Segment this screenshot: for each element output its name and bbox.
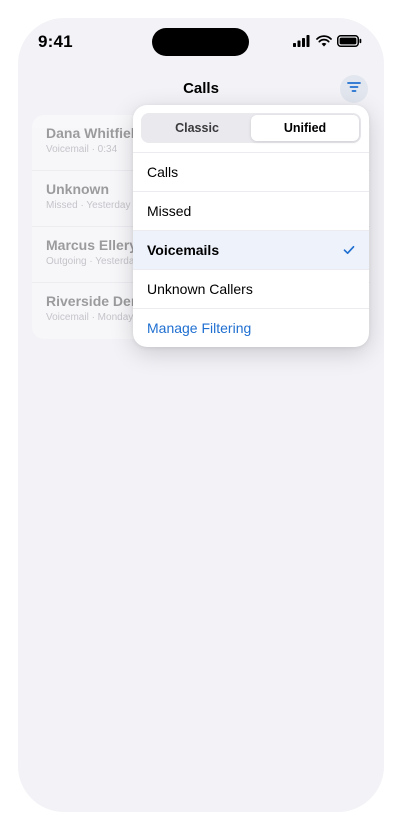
dynamic-island	[152, 28, 249, 56]
menu-item-calls[interactable]: Calls	[133, 152, 369, 191]
segment-unified[interactable]: Unified	[251, 115, 359, 141]
battery-icon	[337, 34, 362, 52]
menu-item-label: Voicemails	[147, 242, 220, 258]
filter-menu: Classic Unified Calls Missed Voicemails …	[133, 105, 369, 347]
segment-classic[interactable]: Classic	[143, 115, 251, 141]
menu-item-label: Calls	[147, 164, 179, 180]
signal-icon	[293, 34, 311, 52]
filter-button[interactable]	[340, 75, 368, 103]
menu-item-voicemails[interactable]: Voicemails	[133, 230, 369, 269]
page-title: Calls	[183, 80, 219, 97]
wifi-icon	[316, 34, 332, 52]
menu-item-unknown-callers[interactable]: Unknown Callers	[133, 269, 369, 308]
manage-filtering-label: Manage Filtering	[147, 320, 252, 336]
view-mode-segmented-control: Classic Unified	[141, 113, 361, 143]
manage-filtering-link[interactable]: Manage Filtering	[133, 308, 369, 347]
menu-item-missed[interactable]: Missed	[133, 191, 369, 230]
status-time: 9:41	[38, 32, 73, 51]
checkmark-icon	[343, 245, 355, 255]
phone-screen: 9:41 Calls Dana Whitfield Voicemail · 0:…	[18, 18, 384, 812]
filter-icon	[347, 80, 361, 98]
menu-item-label: Missed	[147, 203, 192, 219]
status-icons	[293, 34, 362, 52]
menu-item-label: Unknown Callers	[147, 281, 253, 297]
